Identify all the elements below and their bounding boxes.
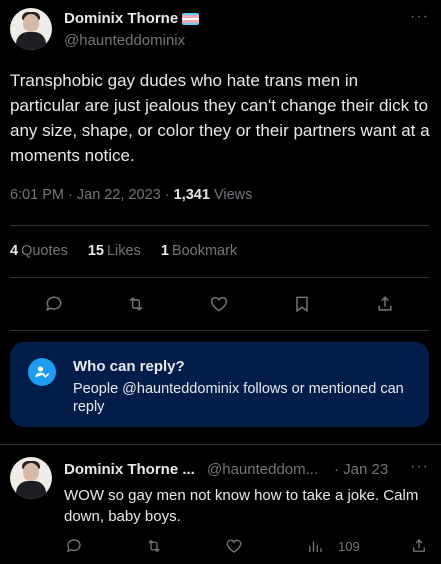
- author-handle[interactable]: @haunteddominix: [64, 32, 185, 49]
- quotes-stat[interactable]: 4 Quotes: [10, 243, 68, 259]
- divider: [10, 330, 429, 331]
- tweet-timestamp[interactable]: 6:01 PM · Jan 22, 2023 ·: [10, 187, 170, 203]
- user-check-icon: [28, 358, 56, 386]
- divider: [10, 277, 429, 278]
- reply-views[interactable]: 109: [306, 536, 360, 556]
- bookmarks-stat[interactable]: 1 Bookmark: [161, 243, 237, 259]
- reply-views-count: 109: [338, 538, 360, 554]
- reply-like-icon[interactable]: [225, 536, 243, 556]
- reply-retweet-icon[interactable]: [145, 536, 163, 556]
- who-can-reply-banner: Who can reply? People @haunteddominix fo…: [10, 342, 429, 427]
- reply-share-icon[interactable]: [410, 536, 428, 556]
- views-count: 1,341: [173, 187, 210, 203]
- engagement-stats: 4 Quotes 15 Likes 1 Bookmark: [10, 243, 237, 259]
- tweet-meta: 6:01 PM · Jan 22, 2023 · 1,341 Views: [10, 187, 252, 203]
- action-bar: [0, 290, 441, 318]
- reply-timestamp[interactable]: · Jan 23: [334, 461, 388, 478]
- share-icon[interactable]: [373, 292, 397, 316]
- reply-reply-icon[interactable]: [65, 536, 83, 556]
- tweet-text: Transphobic gay dudes who hate trans men…: [10, 71, 430, 165]
- bookmark-icon[interactable]: [290, 292, 314, 316]
- reply-tweet[interactable]: Dominix Thorne ... @haunteddom... · Jan …: [0, 444, 441, 564]
- reply-author-name[interactable]: Dominix Thorne ...: [64, 461, 195, 478]
- reply-text: WOW so gay men not know how to take a jo…: [64, 487, 419, 525]
- author-name[interactable]: Dominix Thorne: [64, 10, 200, 27]
- reply-icon[interactable]: [42, 292, 66, 316]
- trans-flag-icon: [182, 13, 200, 25]
- author-avatar[interactable]: [10, 8, 52, 50]
- who-can-reply-title: Who can reply?: [73, 358, 185, 375]
- divider: [10, 225, 429, 226]
- views-chart-icon: [309, 541, 322, 552]
- author-name-text[interactable]: Dominix Thorne: [64, 10, 178, 27]
- like-icon[interactable]: [207, 292, 231, 316]
- more-options-icon[interactable]: ···: [410, 8, 429, 26]
- reply-author-avatar[interactable]: [10, 457, 52, 499]
- reply-author-handle[interactable]: @haunteddom...: [207, 461, 318, 478]
- likes-stat[interactable]: 15 Likes: [88, 243, 141, 259]
- retweet-icon[interactable]: [124, 292, 148, 316]
- views-label: Views: [213, 187, 253, 203]
- who-can-reply-description: People @haunteddominix follows or mentio…: [73, 381, 404, 415]
- reply-more-options-icon[interactable]: ···: [410, 458, 429, 476]
